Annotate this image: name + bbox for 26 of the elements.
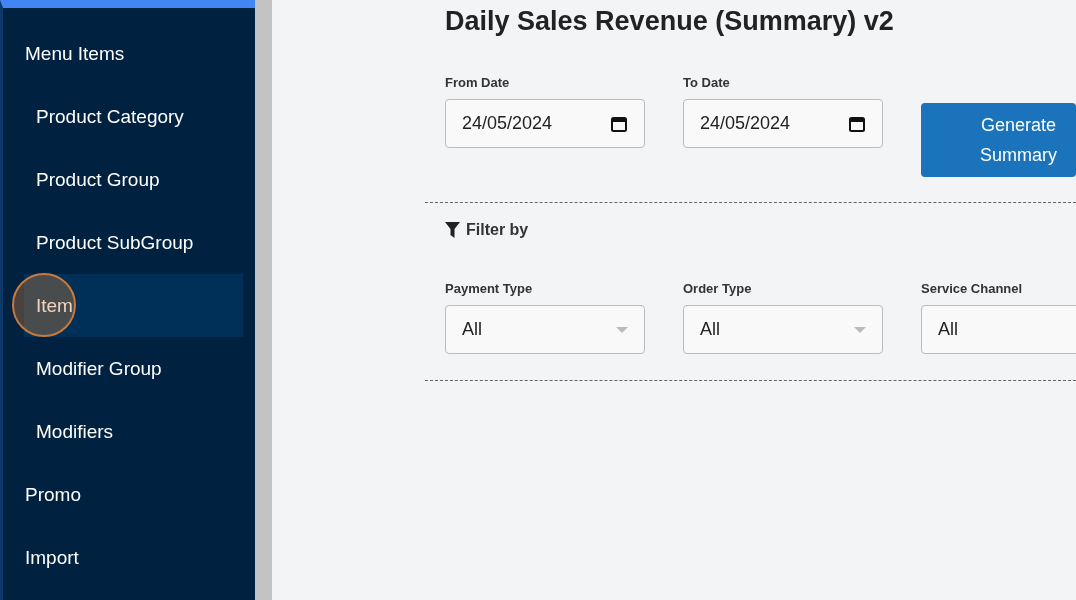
sidebar-item[interactable]: Product Group — [24, 148, 243, 211]
filter-icon — [445, 222, 460, 238]
sidebar-item[interactable]: Modifier Group — [24, 337, 243, 400]
date-field[interactable]: 24/05/2024 — [683, 99, 883, 148]
field-label: To Date — [683, 75, 731, 90]
sidebar-item[interactable]: Modifiers — [24, 400, 243, 463]
sidebar-item[interactable]: Menu Items — [3, 22, 243, 85]
field-label: Order Type — [683, 281, 753, 296]
sidebar-item[interactable]: Item — [24, 274, 243, 337]
filter-title: Filter by — [466, 221, 529, 239]
field-label: Payment Type — [445, 281, 534, 296]
sidebar-item[interactable]: Import — [3, 526, 243, 589]
calendar-icon[interactable] — [848, 114, 866, 133]
date-field[interactable]: 24/05/2024 — [445, 99, 645, 148]
generate-summary-button[interactable]: Generate Summary — [921, 103, 1076, 177]
sidebar-item[interactable]: Product Category — [24, 85, 243, 148]
sidebar-item[interactable]: Promo — [3, 463, 243, 526]
select-field[interactable]: All — [445, 305, 645, 354]
sidebar-item[interactable]: Product SubGroup — [24, 211, 243, 274]
select-field[interactable]: All — [683, 305, 883, 354]
page-title: Daily Sales Revenue (Summary) v2 — [445, 6, 895, 37]
calendar-icon[interactable] — [610, 114, 628, 133]
click-indicator — [12, 273, 76, 337]
select-field[interactable]: All — [921, 305, 1076, 354]
field-label: From Date — [445, 75, 511, 90]
field-label: Service Channel — [921, 281, 1024, 296]
